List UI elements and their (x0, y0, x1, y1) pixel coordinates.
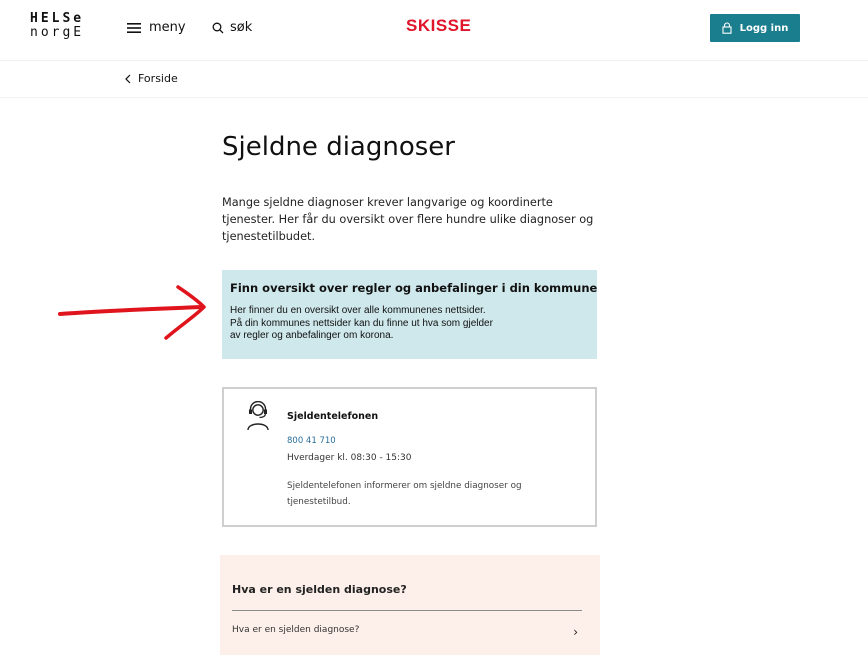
breadcrumb[interactable]: Forside (124, 72, 178, 85)
page-title: Sjeldne diagnoser (222, 132, 455, 162)
login-button[interactable]: Logg inn (710, 14, 800, 42)
menu-button[interactable]: meny (127, 20, 186, 35)
kommune-card-line: På din kommunes nettsider kan du finne u… (230, 317, 493, 329)
search-label: søk (230, 20, 253, 35)
login-label: Logg inn (739, 22, 789, 34)
faq-divider (232, 610, 582, 611)
kommune-card-line: av regler og anbefalinger om korona. (230, 330, 394, 341)
headset-person-icon (247, 401, 269, 431)
search-icon (212, 22, 224, 33)
kommune-link-card[interactable]: Finn oversikt over regler og anbefalinge… (222, 270, 597, 359)
faq-item-label: Hva er en sjelden diagnose? (232, 625, 360, 635)
sjeldentelefonen-card: Sjeldentelefonen 800 41 710 Hverdager kl… (222, 387, 597, 527)
kommune-card-heading[interactable]: Finn oversikt over regler og anbefalinge… (230, 281, 597, 295)
breadcrumb-divider (0, 97, 868, 98)
kommune-card-line: Her finner du en oversikt over alle komm… (230, 305, 486, 316)
phone-number-link[interactable]: 800 41 710 (287, 436, 336, 446)
site-header: HELSe norgE meny søk SKISSE Logg inn (0, 0, 868, 60)
chevron-right-icon: › (573, 625, 578, 639)
hamburger-icon (127, 22, 141, 33)
helsenorge-logo[interactable]: HELSe norgE (30, 12, 84, 40)
header-divider (0, 60, 868, 61)
faq-title: Hva er en sjelden diagnose? (232, 583, 407, 596)
phone-card-description: Sjeldentelefonen informerer om sjeldne d… (287, 481, 522, 507)
faq-section: Hva er en sjelden diagnose? Hva er en sj… (220, 555, 600, 655)
phone-hours: Hverdager kl. 08:30 - 15:30 (287, 453, 412, 463)
menu-label: meny (149, 20, 186, 35)
lock-icon (722, 22, 732, 34)
faq-item[interactable]: Hva er en sjelden diagnose? › (232, 625, 578, 639)
breadcrumb-label: Forside (138, 72, 178, 85)
chevron-left-icon (125, 74, 131, 83)
page-intro: Mange sjeldne diagnoser krever langvarig… (222, 196, 594, 243)
logo-line-2: norgE (30, 25, 85, 40)
kommune-card-body: Her finner du en oversikt over alle komm… (230, 305, 589, 343)
search-button[interactable]: søk (212, 20, 252, 35)
phone-card-title: Sjeldentelefonen (287, 411, 379, 422)
sketch-label: SKISSE (406, 16, 472, 35)
kommune-card-title: Finn oversikt over regler og anbefalinge… (230, 281, 598, 295)
logo-line-1: HELSe (30, 11, 85, 26)
